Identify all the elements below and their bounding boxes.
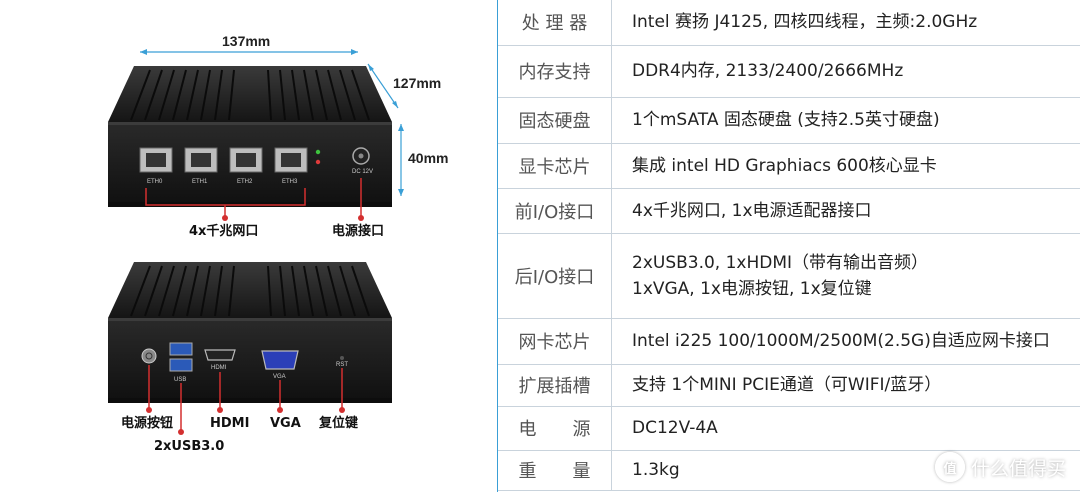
spec-row: 扩展插槽 支持 1个MINI PCIE通道（可WIFI/蓝牙） bbox=[498, 364, 1080, 407]
spec-value: 1个mSATA 固态硬盘 (支持2.5英寸硬盘) bbox=[611, 97, 1080, 144]
spec-label: 显卡芯片 bbox=[498, 143, 612, 189]
spec-row: 固态硬盘 1个mSATA 固态硬盘 (支持2.5英寸硬盘) bbox=[498, 97, 1080, 144]
spec-row: 显卡芯片 集成 intel HD Graphiacs 600核心显卡 bbox=[498, 143, 1080, 189]
spec-row: 电 源 DC12V-4A bbox=[498, 406, 1080, 451]
spec-value: 支持 1个MINI PCIE通道（可WIFI/蓝牙） bbox=[611, 364, 1080, 407]
product-figure: 137mm 127mm 40mm ETH0 ETH1 ETH2 ETH3 DC … bbox=[0, 0, 497, 492]
svg-text:ETH1: ETH1 bbox=[192, 179, 208, 185]
spec-label: 网卡芯片 bbox=[498, 318, 612, 365]
watermark-text: 什么值得买 bbox=[970, 457, 1066, 480]
spec-row: 后I/O接口 2xUSB3.0, 1xHDMI（带有输出音频） 1xVGA, 1… bbox=[498, 233, 1080, 319]
dim-height-label: 40mm bbox=[408, 150, 448, 166]
spec-value: DDR4内存, 2133/2400/2666MHz bbox=[611, 45, 1080, 98]
device-rear: USB HDMI VGA RST bbox=[108, 262, 392, 403]
spec-value: 集成 intel HD Graphiacs 600核心显卡 bbox=[611, 143, 1080, 189]
spec-value: DC12V-4A bbox=[611, 406, 1080, 451]
spec-label: 后I/O接口 bbox=[498, 233, 612, 319]
caption-hdmi: HDMI bbox=[210, 416, 249, 431]
spec-label: 扩展插槽 bbox=[498, 364, 612, 407]
caption-vga: VGA bbox=[270, 416, 301, 431]
watermark-logo-icon: 值 bbox=[934, 452, 965, 482]
dim-depth-label: 127mm bbox=[393, 75, 441, 91]
power-button bbox=[141, 348, 157, 364]
caption-reset: 复位键 bbox=[318, 415, 358, 431]
svg-text:DC 12V: DC 12V bbox=[352, 169, 373, 175]
svg-text:ETH3: ETH3 bbox=[282, 179, 298, 185]
svg-text:ETH2: ETH2 bbox=[237, 179, 253, 185]
status-led-green bbox=[315, 149, 321, 155]
svg-text:USB: USB bbox=[174, 377, 186, 383]
spec-label: 电 源 bbox=[498, 406, 612, 451]
spec-label: 重 量 bbox=[498, 450, 612, 491]
spec-table-container: 处 理 器 Intel 赛扬 J4125, 四核四线程，主频:2.0GHz 内存… bbox=[497, 0, 1080, 492]
dimension-height: 40mm bbox=[398, 124, 448, 196]
spec-value-line: 2xUSB3.0, 1xHDMI（带有输出音频） bbox=[632, 252, 929, 273]
spec-row: 前I/O接口 4x千兆网口, 1x电源适配器接口 bbox=[498, 188, 1080, 234]
spec-table: 处 理 器 Intel 赛扬 J4125, 四核四线程，主频:2.0GHz 内存… bbox=[498, 0, 1080, 491]
spec-row: 内存支持 DDR4内存, 2133/2400/2666MHz bbox=[498, 45, 1080, 98]
svg-text:RST: RST bbox=[336, 362, 348, 368]
spec-row: 处 理 器 Intel 赛扬 J4125, 四核四线程，主频:2.0GHz bbox=[498, 0, 1080, 46]
site-watermark: 值 什么值得买 bbox=[934, 452, 1066, 482]
svg-text:ETH0: ETH0 bbox=[147, 179, 163, 185]
caption-usb: 2xUSB3.0 bbox=[154, 439, 224, 454]
spec-value: Intel 赛扬 J4125, 四核四线程，主频:2.0GHz bbox=[611, 0, 1080, 46]
spec-value: Intel i225 100/1000M/2500M(2.5G)自适应网卡接口 bbox=[611, 318, 1080, 365]
caption-power-button: 电源按钮 bbox=[121, 415, 173, 431]
device-front: ETH0 ETH1 ETH2 ETH3 DC 12V bbox=[108, 66, 392, 207]
svg-text:VGA: VGA bbox=[273, 374, 286, 380]
device-illustration: 137mm 127mm 40mm ETH0 ETH1 ETH2 ETH3 DC … bbox=[108, 33, 448, 454]
svg-text:HDMI: HDMI bbox=[211, 365, 227, 371]
spec-value: 4x千兆网口, 1x电源适配器接口 bbox=[611, 188, 1080, 234]
spec-label: 内存支持 bbox=[498, 45, 612, 98]
spec-value-line: 1xVGA, 1x电源按钮, 1x复位键 bbox=[632, 278, 872, 299]
caption-lan-ports: 4x千兆网口 bbox=[189, 223, 258, 239]
status-led-red bbox=[315, 159, 321, 165]
spec-value: 2xUSB3.0, 1xHDMI（带有输出音频） 1xVGA, 1x电源按钮, … bbox=[611, 233, 1080, 319]
spec-row: 网卡芯片 Intel i225 100/1000M/2500M(2.5G)自适应… bbox=[498, 318, 1080, 365]
spec-label: 前I/O接口 bbox=[498, 188, 612, 234]
spec-label: 处 理 器 bbox=[498, 0, 612, 46]
caption-power-jack: 电源接口 bbox=[332, 223, 384, 239]
dim-width-label: 137mm bbox=[222, 33, 270, 49]
spec-label: 固态硬盘 bbox=[498, 97, 612, 144]
dimension-width: 137mm bbox=[140, 33, 358, 55]
